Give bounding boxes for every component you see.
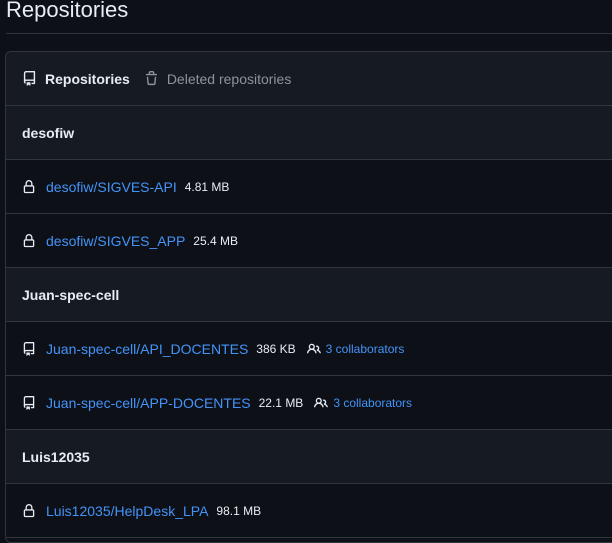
tab-deleted-repositories-label: Deleted repositories [166,70,292,87]
repo-link-sigves-api[interactable]: desofiw/SIGVES-API [46,179,177,195]
repo-link-helpdesk-lpa[interactable]: Luis12035/HelpDesk_LPA [46,503,208,519]
repo-size: 386 KB [256,341,296,356]
group-header-luis12035: Luis12035 [6,430,612,484]
collaborators-count: 3 collaborators [325,341,405,356]
repo-row: Juan-spec-cell/API_DOCENTES 386 KB 3 col… [6,322,612,376]
collaborators-link[interactable]: 3 collaborators [306,341,405,356]
collaborators-count: 3 collaborators [333,395,413,410]
collaborators-link[interactable]: 3 collaborators [313,396,412,410]
repo-icon [23,341,35,356]
page-title: Repositories [6,0,129,22]
repositories-panel: Repositories Deleted repositories desofi… [5,51,612,543]
people-icon [314,397,329,407]
repo-row: Luis12035/HelpDesk_LPA 98.1 MB [6,484,612,538]
lock-icon [23,233,35,247]
repo-row: desofiw/SIGVES-API 4.81 MB [6,160,612,214]
group-header-desofiw: desofiw [6,106,612,160]
lock-icon [23,503,35,517]
tab-repositories-label: Repositories [45,70,130,87]
repo-row: desofiw/SIGVES_APP 25.4 MB [6,214,612,268]
title-divider [6,33,612,34]
trash-icon [144,71,159,86]
repo-link-sigves-app[interactable]: desofiw/SIGVES_APP [46,233,185,249]
tab-bar: Repositories Deleted repositories [6,52,612,106]
repo-size: 4.81 MB [184,179,230,194]
repo-icon [22,71,37,86]
tab-deleted-repositories[interactable]: Deleted repositories [144,70,292,87]
repo-size: 25.4 MB [193,233,238,248]
repo-size: 98.1 MB [216,503,262,518]
repo-icon [23,395,35,410]
repo-link-api-docentes[interactable]: Juan-spec-cell/API_DOCENTES [46,341,248,357]
repo-size: 22.1 MB [258,395,304,410]
tab-repositories[interactable]: Repositories [22,71,130,87]
people-icon [306,343,321,353]
group-header-juan-spec-cell: Juan-spec-cell [6,268,612,322]
repo-row: Juan-spec-cell/APP-DOCENTES 22.1 MB 3 co… [6,376,612,430]
lock-icon [23,179,35,193]
repo-link-app-docentes[interactable]: Juan-spec-cell/APP-DOCENTES [46,395,251,411]
